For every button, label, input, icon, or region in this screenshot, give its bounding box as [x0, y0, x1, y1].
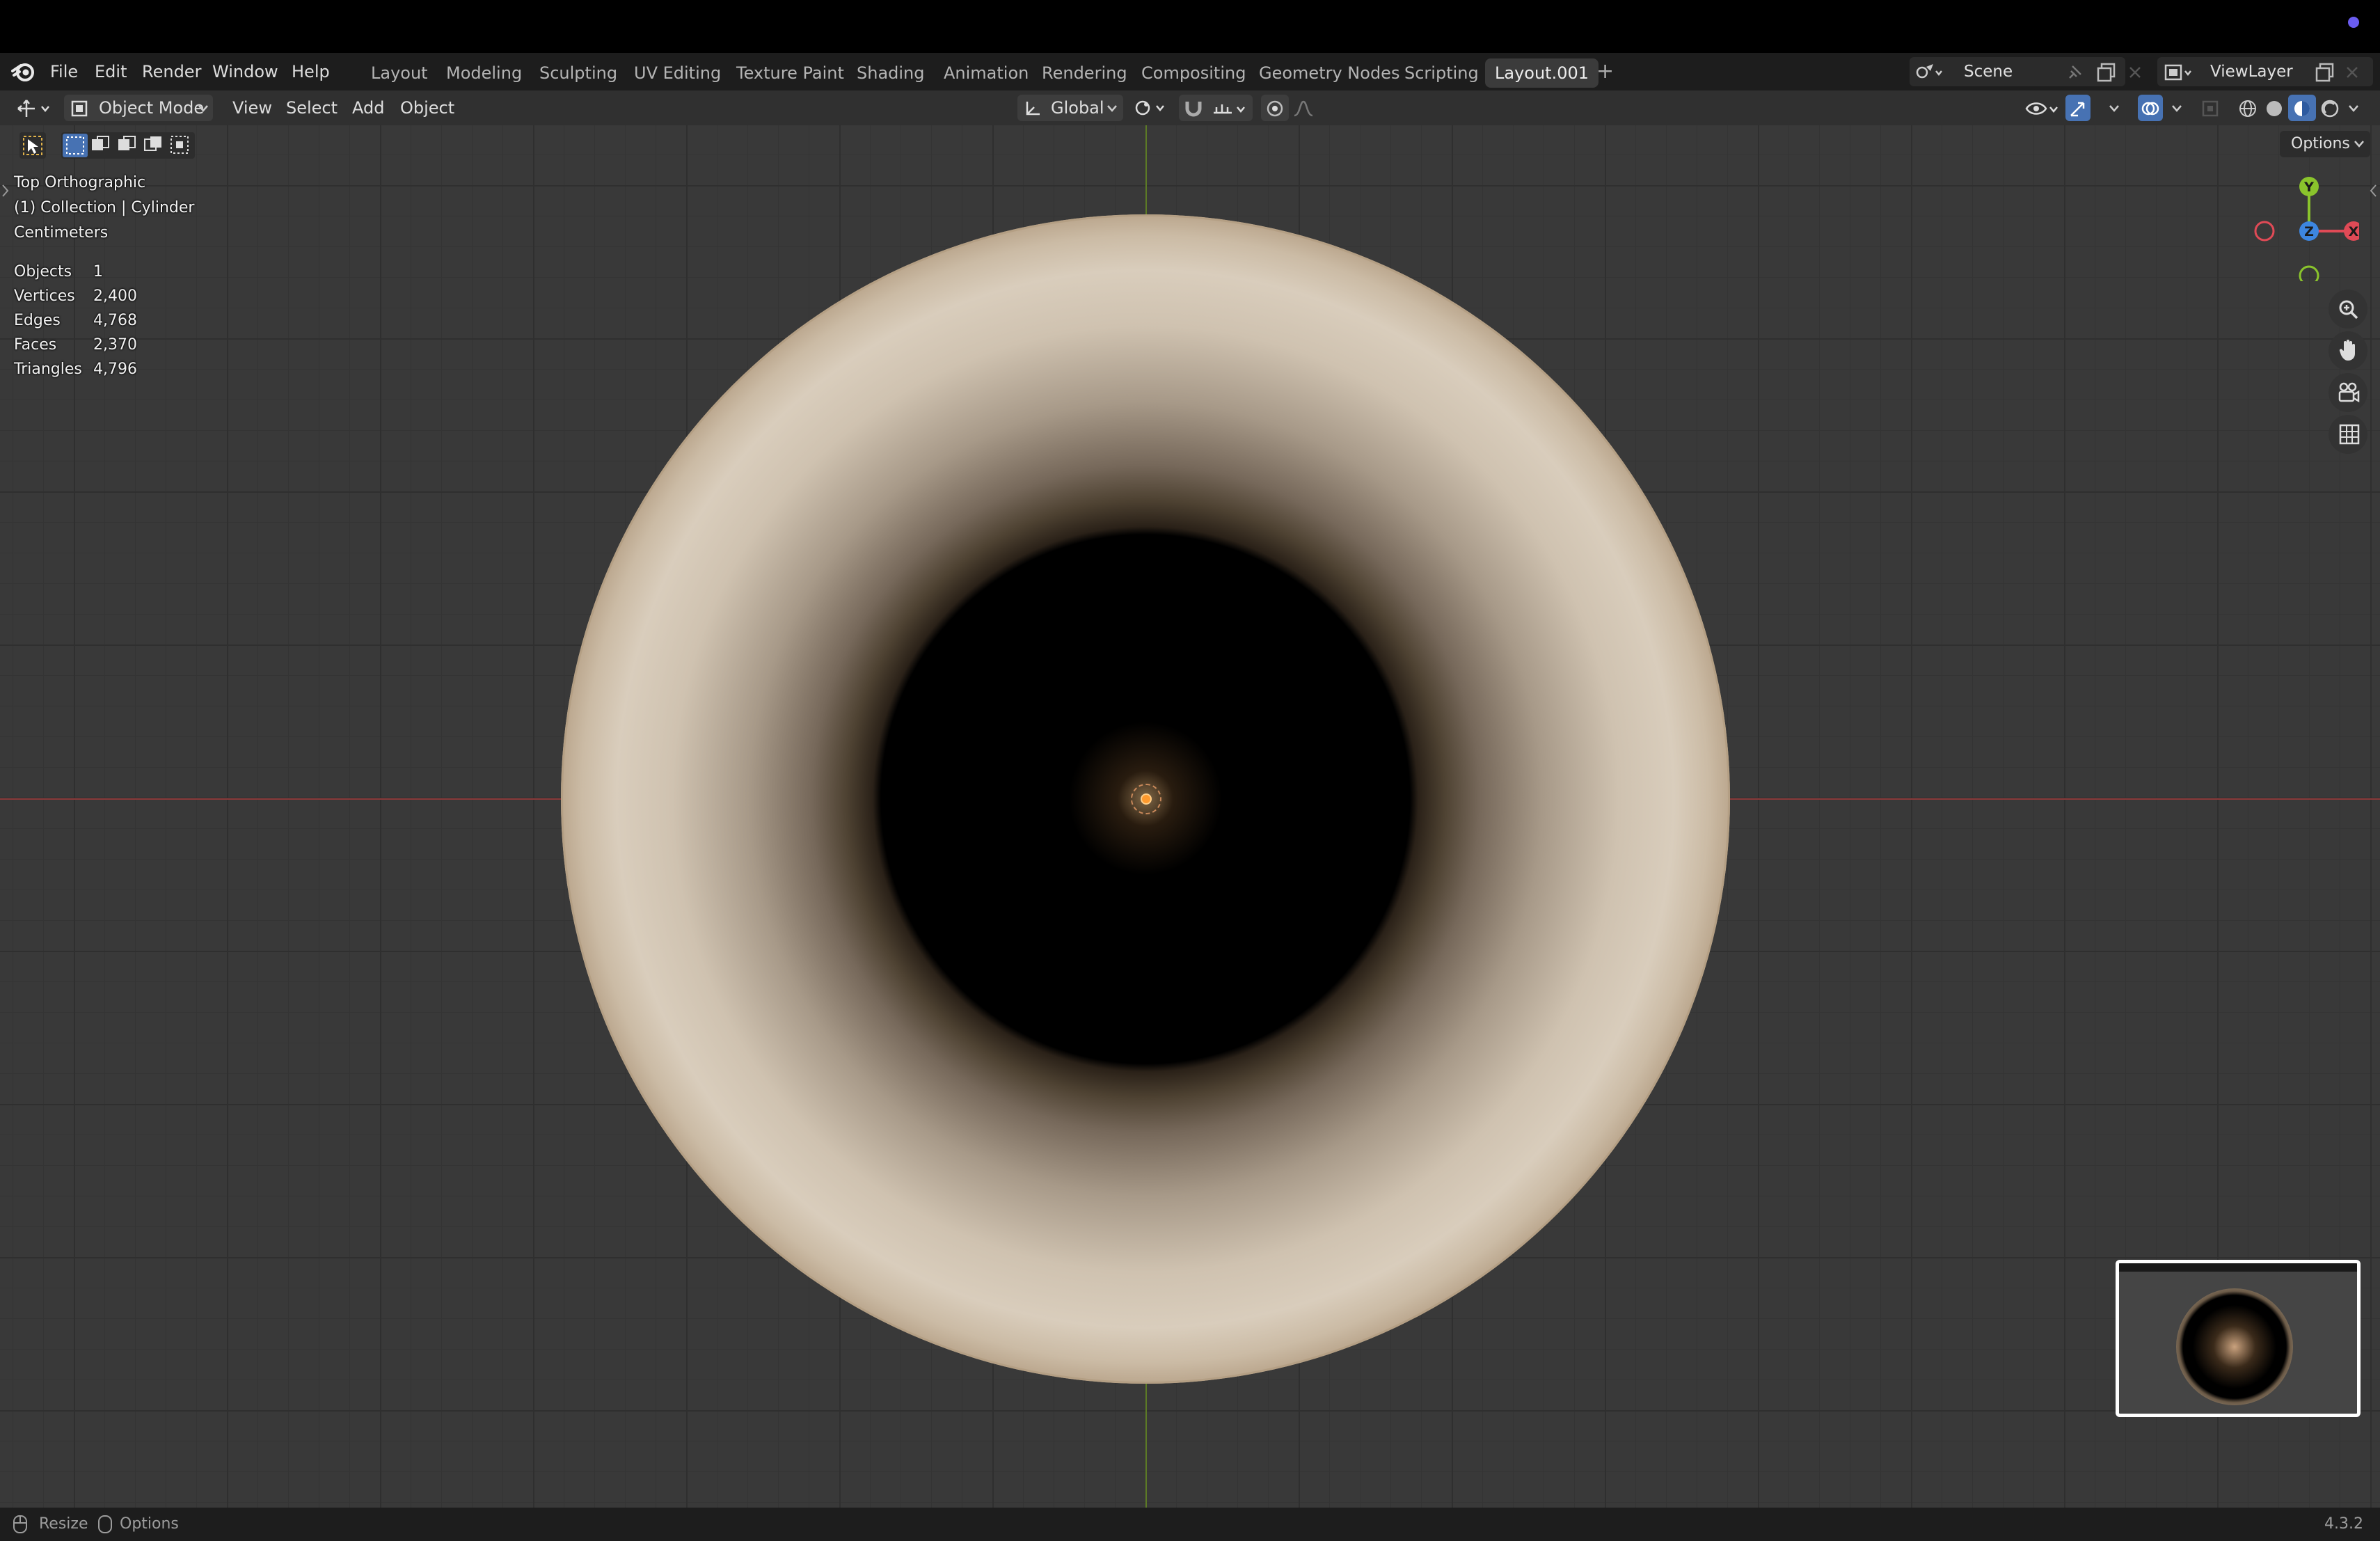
xray-icon[interactable]: [2200, 99, 2220, 118]
menu-help[interactable]: Help: [292, 53, 330, 90]
tab-scripting[interactable]: Scripting: [1395, 58, 1489, 88]
stat-value: 1: [93, 263, 103, 280]
view-layer-icon[interactable]: [2163, 63, 2192, 82]
navigation-gizmo[interactable]: Y X Z: [2248, 170, 2359, 281]
menu-view[interactable]: View: [232, 90, 272, 125]
toolbar-expand-icon[interactable]: [1, 184, 10, 198]
add-workspace-button[interactable]: +: [1596, 53, 1614, 90]
stat-value: 4,768: [93, 312, 137, 329]
tab-animation[interactable]: Animation: [934, 58, 1038, 88]
proportional-edit-icon[interactable]: [1265, 99, 1285, 118]
tab-modeling[interactable]: Modeling: [436, 58, 532, 88]
mode-label[interactable]: Object Mode: [99, 90, 204, 125]
status-resize-label: Resize: [39, 1515, 88, 1533]
collection-info: (1) Collection | Cylinder: [14, 199, 195, 216]
3d-viewport[interactable]: Top Orthographic (1) Collection | Cylind…: [0, 125, 2380, 1508]
gizmo-y-label: Y: [2303, 180, 2314, 195]
wireframe-shading-icon[interactable]: [2238, 99, 2258, 118]
snap-magnet-icon[interactable]: [1183, 99, 1204, 118]
chevron-down-icon: [198, 105, 208, 112]
zoom-icon[interactable]: [2337, 298, 2359, 320]
thumbnail-object: [2176, 1288, 2293, 1405]
menu-add[interactable]: Add: [352, 90, 384, 125]
chevron-down-icon: [1107, 105, 1117, 112]
status-options-label: Options: [120, 1515, 179, 1533]
chevron-down-icon[interactable]: [2171, 104, 2182, 113]
stat-value: 4,796: [93, 361, 137, 378]
viewport-options-button[interactable]: Options: [2280, 131, 2370, 157]
menu-file[interactable]: File: [50, 53, 78, 90]
stat-label: Objects: [14, 263, 72, 280]
app-version: 4.3.2: [2324, 1515, 2363, 1533]
gizmo-z-label: Z: [2304, 224, 2314, 239]
stat-value: 2,400: [93, 287, 137, 305]
visibility-icon[interactable]: [2025, 99, 2060, 118]
top-menu-bar: File Edit Render Window Help Layout Mode…: [0, 53, 2380, 90]
hand-pan-icon[interactable]: [2338, 338, 2359, 362]
tab-rendering[interactable]: Rendering: [1032, 58, 1137, 88]
unit-system: Centimeters: [14, 224, 109, 242]
tab-texture-paint[interactable]: Texture Paint: [727, 58, 854, 88]
tab-uv-editing[interactable]: UV Editing: [624, 58, 731, 88]
delete-scene-icon[interactable]: [2128, 65, 2142, 79]
material-preview-shading-icon[interactable]: [2292, 99, 2312, 118]
tab-sculpting[interactable]: Sculpting: [530, 58, 627, 88]
viewport-header: Object Mode View Select Add Object Globa…: [0, 90, 2380, 125]
menu-window[interactable]: Window: [212, 53, 278, 90]
selection-mode-group-icon[interactable]: [60, 131, 196, 160]
pin-icon[interactable]: [2067, 64, 2084, 81]
menu-render[interactable]: Render: [142, 53, 201, 90]
tab-compositing[interactable]: Compositing: [1132, 58, 1255, 88]
stat-label: Triangles: [14, 361, 82, 378]
menu-object[interactable]: Object: [400, 90, 454, 125]
tab-layout[interactable]: Layout: [361, 58, 438, 88]
menu-edit[interactable]: Edit: [95, 53, 127, 90]
proportional-falloff-icon[interactable]: [1293, 99, 1314, 118]
rendered-shading-icon[interactable]: [2320, 99, 2340, 118]
menu-select[interactable]: Select: [286, 90, 338, 125]
chevron-down-icon: [2354, 141, 2364, 148]
camera-icon[interactable]: [2337, 381, 2361, 404]
view-layer-name[interactable]: ViewLayer: [2210, 57, 2293, 86]
grid-projection-icon[interactable]: [2338, 423, 2361, 445]
delete-view-layer-icon[interactable]: [2345, 65, 2359, 79]
object-origin-icon: [1141, 793, 1152, 805]
stat-label: Vertices: [14, 287, 75, 305]
transform-orientation-label[interactable]: Global: [1051, 90, 1104, 125]
gizmo-x-label: X: [2349, 224, 2359, 239]
chevron-down-icon[interactable]: [2348, 104, 2359, 113]
select-tool-icon[interactable]: [18, 131, 47, 160]
blender-logo-icon[interactable]: [11, 61, 36, 82]
sidebar-expand-icon[interactable]: [2369, 184, 2377, 198]
snap-increment-icon[interactable]: [1212, 99, 1250, 118]
gizmo-icon[interactable]: [2068, 99, 2088, 118]
screen-preview-thumbnail[interactable]: [2116, 1260, 2361, 1417]
view-name: Top Orthographic: [14, 174, 146, 191]
object-mode-icon: [71, 100, 88, 117]
new-view-layer-icon[interactable]: [2315, 63, 2335, 82]
solid-shading-icon[interactable]: [2264, 99, 2284, 118]
recording-indicator-icon: [2348, 17, 2359, 28]
tab-shading[interactable]: Shading: [847, 58, 935, 88]
tab-geometry-nodes[interactable]: Geometry Nodes: [1249, 58, 1409, 88]
options-label: Options: [2291, 135, 2350, 152]
pivot-point-icon[interactable]: [1134, 97, 1173, 118]
screen-top-bar: [0, 0, 2380, 53]
overlays-icon[interactable]: [2141, 99, 2160, 118]
orientation-axes-icon: [1026, 102, 1040, 116]
new-scene-icon[interactable]: [2096, 63, 2117, 82]
thumbnail-header: [2119, 1263, 2357, 1272]
stat-label: Faces: [14, 336, 57, 354]
chevron-down-icon[interactable]: [2109, 104, 2120, 113]
stat-label: Edges: [14, 312, 61, 329]
mouse-left-icon: [13, 1515, 27, 1533]
scene-name[interactable]: Scene: [1964, 57, 2013, 86]
mouse-right-icon: [98, 1515, 112, 1533]
stat-value: 2,370: [93, 336, 137, 354]
tab-layout-001[interactable]: Layout.001: [1485, 58, 1599, 88]
editor-type-icon[interactable]: [14, 99, 56, 118]
scene-icon[interactable]: [1915, 63, 1943, 82]
status-bar: Resize Options 4.3.2: [0, 1508, 2380, 1541]
